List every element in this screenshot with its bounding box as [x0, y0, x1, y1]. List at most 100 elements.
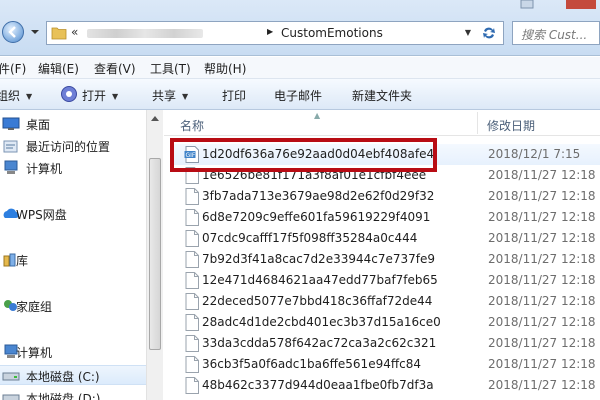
- scroll-up-icon[interactable]: [147, 110, 163, 127]
- file-modified-date: 2018/11/27 12:18: [488, 210, 596, 224]
- recent-places-icon: [3, 140, 18, 153]
- file-modified-date: 2018/11/27 12:18: [488, 189, 596, 203]
- print-button[interactable]: 打印: [222, 87, 246, 104]
- address-blurred-path: [87, 29, 203, 38]
- chevron-down-icon: ▼: [26, 92, 33, 101]
- command-bar: 组织 ▼ 打开 ▼ 共享 ▼ 打印 电子邮件 新建文件夹: [0, 79, 600, 110]
- file-modified-date: 2018/11/27 12:18: [488, 315, 596, 329]
- menu-edit[interactable]: 编辑(E): [38, 60, 79, 77]
- organize-button[interactable]: 组织 ▼: [0, 87, 32, 104]
- chevron-down-icon: ▼: [112, 92, 119, 101]
- address-arrow-icon[interactable]: ▶: [267, 27, 273, 36]
- share-label: 共享: [152, 89, 177, 103]
- address-bar-area: « ▶ CustomEmotions ▼ 搜索 Cust...: [0, 0, 600, 56]
- address-current-folder[interactable]: CustomEmotions: [281, 26, 383, 40]
- refresh-icon[interactable]: [481, 25, 497, 41]
- column-header: ▲ 名称 修改日期: [164, 110, 600, 136]
- computer-icon: [4, 160, 18, 174]
- file-icon: [185, 188, 199, 205]
- sort-indicator-icon: ▲: [314, 111, 321, 120]
- file-name: 48b462c3377d944d0eaa1fbe0fb7df3a: [202, 378, 434, 392]
- file-row[interactable]: 48b462c3377d944d0eaa1fbe0fb7df3a 2018/11/…: [170, 375, 600, 396]
- file-icon: [185, 272, 199, 289]
- window-control-icon[interactable]: [520, 0, 534, 12]
- desktop-icon: [2, 117, 20, 130]
- file-name: 36cb3f5a0f6adc1ba6ffe561e94ffc84: [202, 357, 421, 371]
- menu-file[interactable]: 件(F): [0, 60, 26, 77]
- column-name-header[interactable]: 名称: [180, 117, 204, 134]
- menu-view[interactable]: 查看(V): [94, 60, 136, 77]
- file-name: 07cdc9cafff17f5f098ff35284a0c444: [202, 231, 418, 245]
- file-modified-date: 2018/11/27 12:18: [488, 231, 596, 245]
- search-input[interactable]: 搜索 Cust...: [512, 21, 600, 45]
- file-icon: [185, 335, 199, 352]
- drive-icon: [2, 394, 20, 400]
- menu-tools[interactable]: 工具(T): [150, 60, 191, 77]
- column-divider[interactable]: [477, 112, 478, 134]
- email-button[interactable]: 电子邮件: [274, 87, 322, 104]
- file-row[interactable]: 7b92d3f41a8cac7d2e33944c7e737fe9 2018/11/…: [170, 249, 600, 270]
- nav-item-label: 桌面: [26, 118, 51, 132]
- file-row[interactable]: 6d8e7209c9effe601fa59619229f4091 2018/11/…: [170, 207, 600, 228]
- file-modified-date: 2018/11/27 12:18: [488, 357, 596, 371]
- file-row[interactable]: 33da3cdda578f642ac72ca3a2c62c321 2018/11/…: [170, 333, 600, 354]
- annotation-highlight-box: [170, 138, 437, 172]
- nav-item-label: 计算机: [16, 346, 53, 360]
- file-modified-date: 2018/11/27 12:18: [488, 294, 596, 308]
- menu-bar: 件(F) 编辑(E) 查看(V) 工具(T) 帮助(H): [0, 57, 600, 79]
- address-dropdown-icon[interactable]: ▼: [465, 28, 471, 37]
- column-date-header[interactable]: 修改日期: [487, 117, 535, 134]
- file-icon: [185, 209, 199, 226]
- folder-icon: [51, 27, 67, 40]
- nav-item-label: 计算机: [26, 162, 63, 176]
- menu-help[interactable]: 帮助(H): [204, 60, 246, 77]
- file-name: 28adc4d1de2cbd401ec3b37d15a16ce0: [202, 315, 441, 329]
- file-modified-date: 2018/11/27 12:18: [488, 378, 596, 392]
- organize-label: 组织: [0, 89, 21, 103]
- file-name: 3fb7ada713e3679ae98d2e62f0d29f32: [202, 189, 435, 203]
- address-box[interactable]: « ▶ CustomEmotions ▼: [46, 21, 504, 45]
- file-name: 6d8e7209c9effe601fa59619229f4091: [202, 210, 431, 224]
- nav-item-label: WPS网盘: [16, 208, 67, 222]
- file-name: 33da3cdda578f642ac72ca3a2c62c321: [202, 336, 437, 350]
- chevron-down-icon: ▼: [182, 92, 189, 101]
- navigation-pane: 桌面 最近访问的位置 计算机 WPS网盘 库 家庭组 计算机 本地磁盘 (C:)…: [0, 110, 146, 400]
- file-modified-date: 2018/11/27 12:18: [488, 252, 596, 266]
- file-row[interactable]: 28adc4d1de2cbd401ec3b37d15a16ce0 2018/11/…: [170, 312, 600, 333]
- file-icon: [185, 356, 199, 373]
- file-icon: [185, 293, 199, 310]
- open-app-icon: [61, 86, 77, 102]
- history-dropdown-icon[interactable]: [30, 27, 40, 37]
- file-modified-date: 2018/11/27 12:18: [488, 168, 596, 182]
- file-modified-date: 2018/11/27 12:18: [488, 336, 596, 350]
- new-folder-button[interactable]: 新建文件夹: [352, 87, 412, 104]
- navigation-scrollbar[interactable]: [146, 110, 163, 400]
- file-icon: [185, 251, 199, 268]
- nav-item-label: 最近访问的位置: [26, 140, 111, 154]
- file-name: 12e471d4684621aa47edd77baf7feb65: [202, 273, 438, 287]
- open-label: 打开: [82, 89, 107, 103]
- address-overflow-chevron[interactable]: «: [71, 25, 78, 39]
- back-arrow-icon: [8, 26, 16, 38]
- search-placeholder: 搜索 Cust...: [521, 28, 588, 42]
- drive-icon: [2, 372, 20, 381]
- file-modified-date: 2018/12/1 7:15: [488, 147, 581, 161]
- share-button[interactable]: 共享 ▼: [152, 87, 188, 104]
- file-row[interactable]: 12e471d4684621aa47edd77baf7feb65 2018/11/…: [170, 270, 600, 291]
- file-row[interactable]: 07cdc9cafff17f5f098ff35284a0c444 2018/11/…: [170, 228, 600, 249]
- file-row[interactable]: 22deced5077e7bbd418c36ffaf72de44 2018/11/…: [170, 291, 600, 312]
- open-button[interactable]: 打开 ▼: [82, 87, 118, 104]
- file-row[interactable]: 3fb7ada713e3679ae98d2e62f0d29f32 2018/11/…: [170, 186, 600, 207]
- nav-item-label: 库: [16, 254, 29, 268]
- nav-item-drive-c[interactable]: 本地磁盘 (C:): [0, 365, 146, 385]
- nav-item-label: 本地磁盘 (D:): [26, 392, 101, 400]
- file-name: 22deced5077e7bbd418c36ffaf72de44: [202, 294, 433, 308]
- file-icon: [185, 314, 199, 331]
- file-name: 7b92d3f41a8cac7d2e33944c7e737fe9: [202, 252, 436, 266]
- file-row[interactable]: 36cb3f5a0f6adc1ba6ffe561e94ffc84 2018/11/…: [170, 354, 600, 375]
- scroll-thumb[interactable]: [149, 158, 161, 350]
- close-icon[interactable]: [566, 0, 596, 12]
- file-icon: [185, 377, 199, 394]
- nav-item-label: 家庭组: [16, 300, 53, 314]
- back-button[interactable]: [2, 21, 24, 43]
